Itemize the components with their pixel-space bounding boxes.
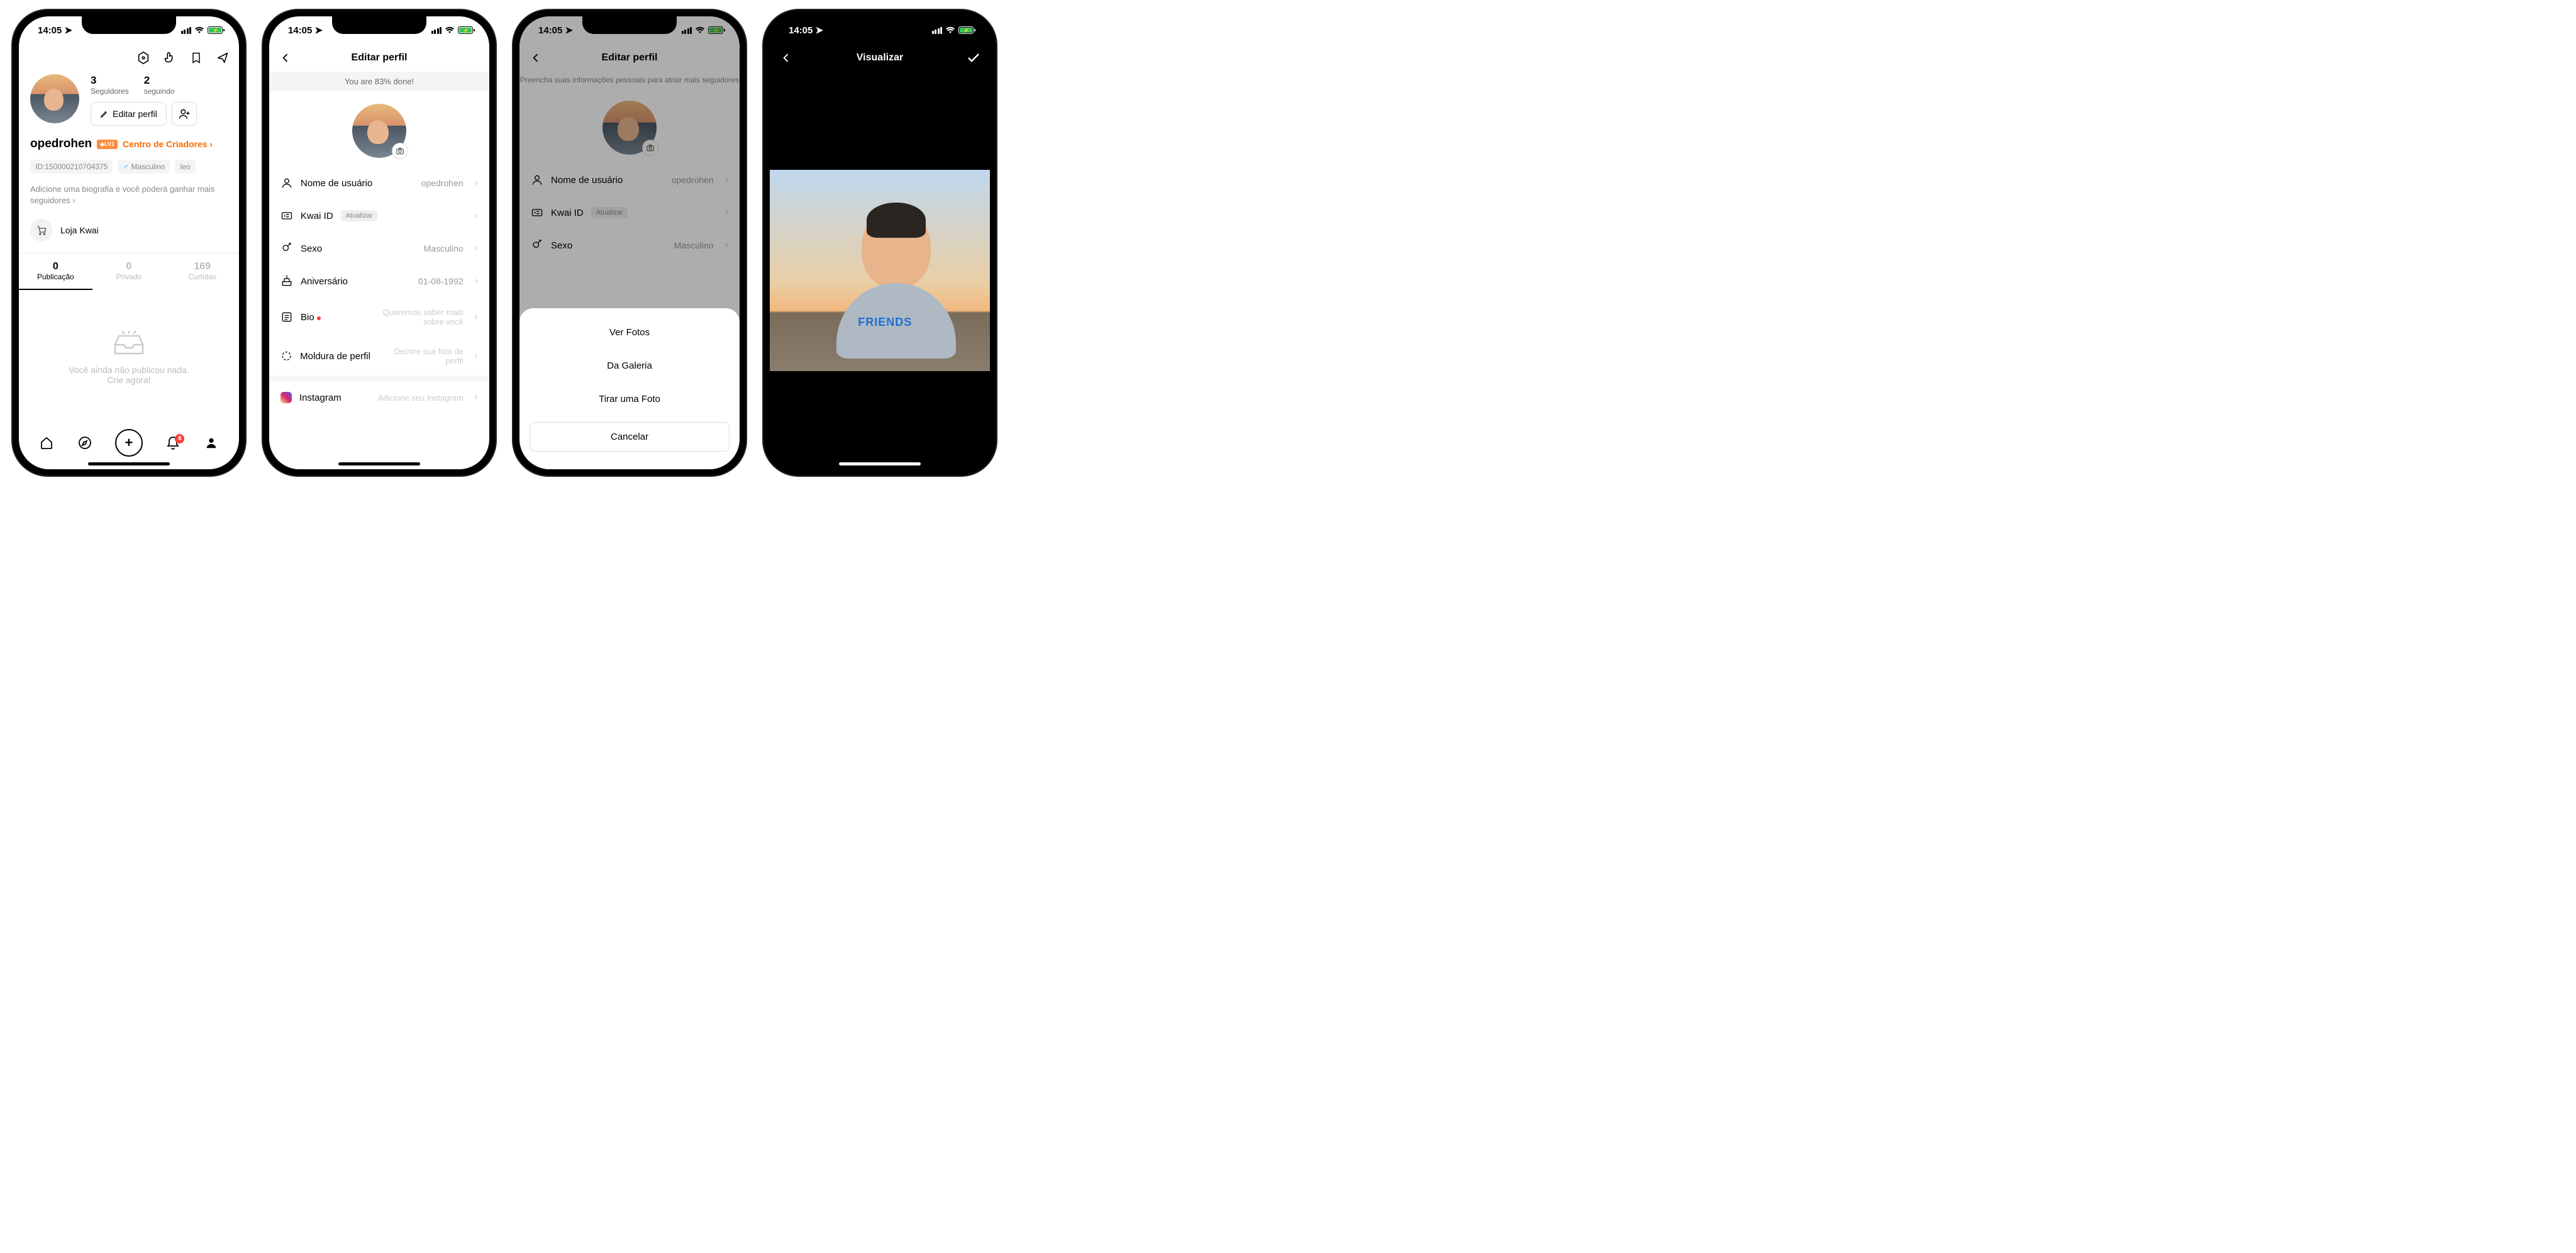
nav-profile-icon[interactable] xyxy=(204,435,219,450)
wifi-icon xyxy=(194,26,204,34)
row-gender: SexoMasculino› xyxy=(519,229,740,262)
phone-profile: 14:05 ➤ 3Seguidores 2seguindo xyxy=(13,10,245,476)
back-button[interactable] xyxy=(528,50,543,65)
notch xyxy=(582,16,677,34)
edit-profile-button[interactable]: Editar perfil xyxy=(91,102,167,126)
back-button[interactable] xyxy=(278,50,293,65)
home-indicator xyxy=(839,462,921,465)
nav-home-icon[interactable] xyxy=(39,435,54,450)
bottom-nav: + 8 xyxy=(19,425,239,460)
kwai-store-row[interactable]: Loja Kwai xyxy=(19,213,239,253)
cart-icon xyxy=(30,219,53,242)
username: opedrohen xyxy=(30,137,92,151)
followers-stat[interactable]: 3Seguidores xyxy=(91,74,129,96)
red-dot-icon xyxy=(317,316,321,320)
tab-private[interactable]: 0Privado xyxy=(92,253,166,290)
cake-icon xyxy=(280,275,293,287)
row-instagram[interactable]: InstagramAdicione seu Instagram› xyxy=(269,382,489,413)
inbox-icon xyxy=(111,331,147,359)
confirm-button[interactable] xyxy=(966,50,981,65)
note-icon xyxy=(280,311,293,323)
camera-icon xyxy=(642,140,658,156)
location-icon: ➤ xyxy=(65,25,73,36)
page-title: Editar perfil xyxy=(352,52,408,64)
share-icon[interactable] xyxy=(215,50,230,65)
row-kwai-id: Kwai IDAtualizar› xyxy=(519,196,740,229)
zodiac-chip[interactable]: leo xyxy=(175,160,195,174)
sheet-take-photo[interactable]: Tirar uma Foto xyxy=(530,382,730,416)
progress-banner: You are 83% done! xyxy=(269,72,489,91)
row-kwai-id[interactable]: Kwai IDAtualizar› xyxy=(269,199,489,232)
page-title: Visualizar xyxy=(857,52,903,64)
shirt-text: FRIENDS xyxy=(858,316,912,329)
level-badge: ◈LV1 xyxy=(97,140,118,149)
nav-discover-icon[interactable] xyxy=(77,435,92,450)
clock: 14:05 xyxy=(38,25,62,36)
row-username[interactable]: Nome de usuárioopedrohen› xyxy=(269,167,489,199)
notch xyxy=(332,16,426,34)
phone-photo-sheet: 14:05 ➤ Editar perfil Preencha suas info… xyxy=(513,10,746,476)
pointer-icon[interactable] xyxy=(162,50,177,65)
signal-icon xyxy=(181,27,192,34)
sheet-from-gallery[interactable]: Da Galeria xyxy=(530,349,730,382)
info-strip: Preencha suas informações pessoais para … xyxy=(519,72,740,88)
nav-create-button[interactable]: + xyxy=(115,429,143,457)
bio-tip[interactable]: Adicione uma biografia e você poderá gan… xyxy=(19,177,239,213)
sheet-view-photos[interactable]: Ver Fotos xyxy=(530,316,730,349)
row-bio[interactable]: Bio Queremos saber mais sobre você› xyxy=(269,298,489,337)
tab-likes[interactable]: 169Curtidas xyxy=(165,253,239,290)
profile-tabs: 0Publicação 0Privado 169Curtidas xyxy=(19,253,239,290)
gender-chip[interactable]: ♂Masculino xyxy=(118,160,170,174)
notification-badge: 8 xyxy=(175,434,184,443)
back-button[interactable] xyxy=(779,50,794,65)
gender-icon xyxy=(280,242,293,255)
instagram-icon xyxy=(280,392,292,403)
row-frame[interactable]: Moldura de perfilDecore sua foto de perf… xyxy=(269,337,489,376)
id-icon xyxy=(280,209,293,222)
page-title: Editar perfil xyxy=(602,52,658,64)
nav-inbox-icon[interactable]: 8 xyxy=(165,435,180,450)
sheet-cancel-button[interactable]: Cancelar xyxy=(530,422,730,452)
home-indicator xyxy=(338,462,420,465)
avatar xyxy=(602,101,657,155)
battery-icon xyxy=(208,26,223,34)
user-id-chip[interactable]: ID:150000210704375 xyxy=(30,160,113,174)
home-indicator xyxy=(88,462,170,465)
phone-edit-profile: 14:05 ➤ Editar perfil You are 83% done! … xyxy=(263,10,496,476)
hexagon-icon[interactable] xyxy=(136,50,151,65)
notch xyxy=(833,16,927,34)
user-icon xyxy=(280,177,293,189)
frame-icon xyxy=(280,350,292,362)
add-friend-button[interactable] xyxy=(172,102,197,126)
action-sheet: Ver Fotos Da Galeria Tirar uma Foto Canc… xyxy=(519,308,740,469)
phone-preview: 14:05 ➤ Visualizar FRIENDS xyxy=(763,10,996,476)
row-birthday[interactable]: Aniversário01-08-1992› xyxy=(269,265,489,298)
bookmark-icon[interactable] xyxy=(189,50,204,65)
notch xyxy=(82,16,176,34)
header xyxy=(19,44,239,72)
creator-center-link[interactable]: Centro de Criadores › xyxy=(123,139,213,149)
row-gender[interactable]: SexoMasculino› xyxy=(269,232,489,265)
row-username: Nome de usuárioopedrohen› xyxy=(519,164,740,196)
avatar[interactable] xyxy=(30,74,79,123)
update-pill: Atualizar xyxy=(341,210,378,221)
following-stat[interactable]: 2seguindo xyxy=(144,74,175,96)
tab-posts[interactable]: 0Publicação xyxy=(19,253,92,290)
preview-canvas[interactable]: FRIENDS xyxy=(770,72,990,469)
camera-icon[interactable] xyxy=(392,143,408,159)
photo: FRIENDS xyxy=(770,170,990,371)
